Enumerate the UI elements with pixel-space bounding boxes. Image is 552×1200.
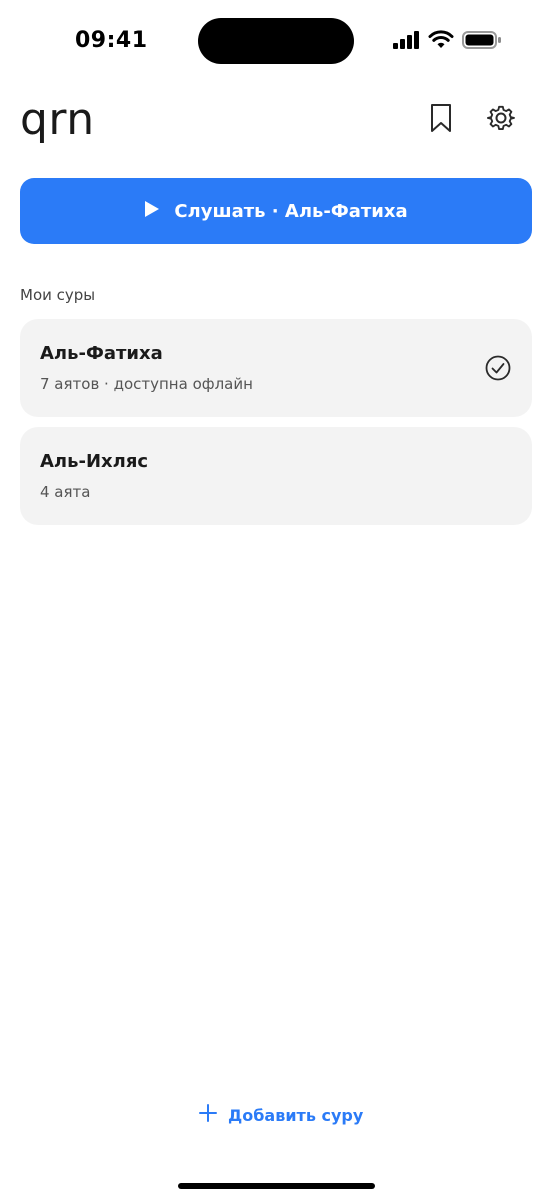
wifi-icon	[428, 30, 454, 50]
app-screen: 09:41 qrn Слушать · Аль-Фатиха Мои суры …	[0, 0, 552, 1200]
gear-icon	[487, 104, 515, 136]
surah-card-al-ikhlas[interactable]: Аль-Ихляс 4 аята	[20, 427, 532, 525]
play-button[interactable]: Слушать · Аль-Фатиха	[20, 178, 532, 244]
play-icon	[144, 200, 160, 222]
signal-icon	[392, 30, 420, 50]
bookmarks-button[interactable]	[421, 100, 461, 140]
status-time: 09:41	[75, 28, 148, 53]
settings-button[interactable]	[481, 100, 521, 140]
section-title: Мои суры	[20, 286, 96, 304]
check-circle-icon	[485, 355, 511, 381]
dynamic-island	[198, 18, 354, 64]
add-surah-button[interactable]: Добавить суру	[198, 1103, 363, 1127]
app-title: qrn	[20, 94, 95, 145]
surah-name: Аль-Ихляс	[40, 451, 149, 472]
surah-name: Аль-Фатиха	[40, 343, 163, 364]
surah-card-al-fatiha[interactable]: Аль-Фатиха 7 аятов · доступна офлайн	[20, 319, 532, 417]
play-button-label: Слушать · Аль-Фатиха	[174, 200, 408, 222]
surah-meta: 4 аята	[40, 483, 91, 501]
add-surah-label: Добавить суру	[228, 1105, 364, 1125]
plus-icon	[198, 1103, 218, 1127]
surah-meta: 7 аятов · доступна офлайн	[40, 375, 253, 393]
bookmark-icon	[429, 103, 453, 137]
home-indicator[interactable]	[178, 1183, 375, 1189]
battery-icon	[462, 30, 502, 50]
status-icons	[392, 30, 502, 50]
